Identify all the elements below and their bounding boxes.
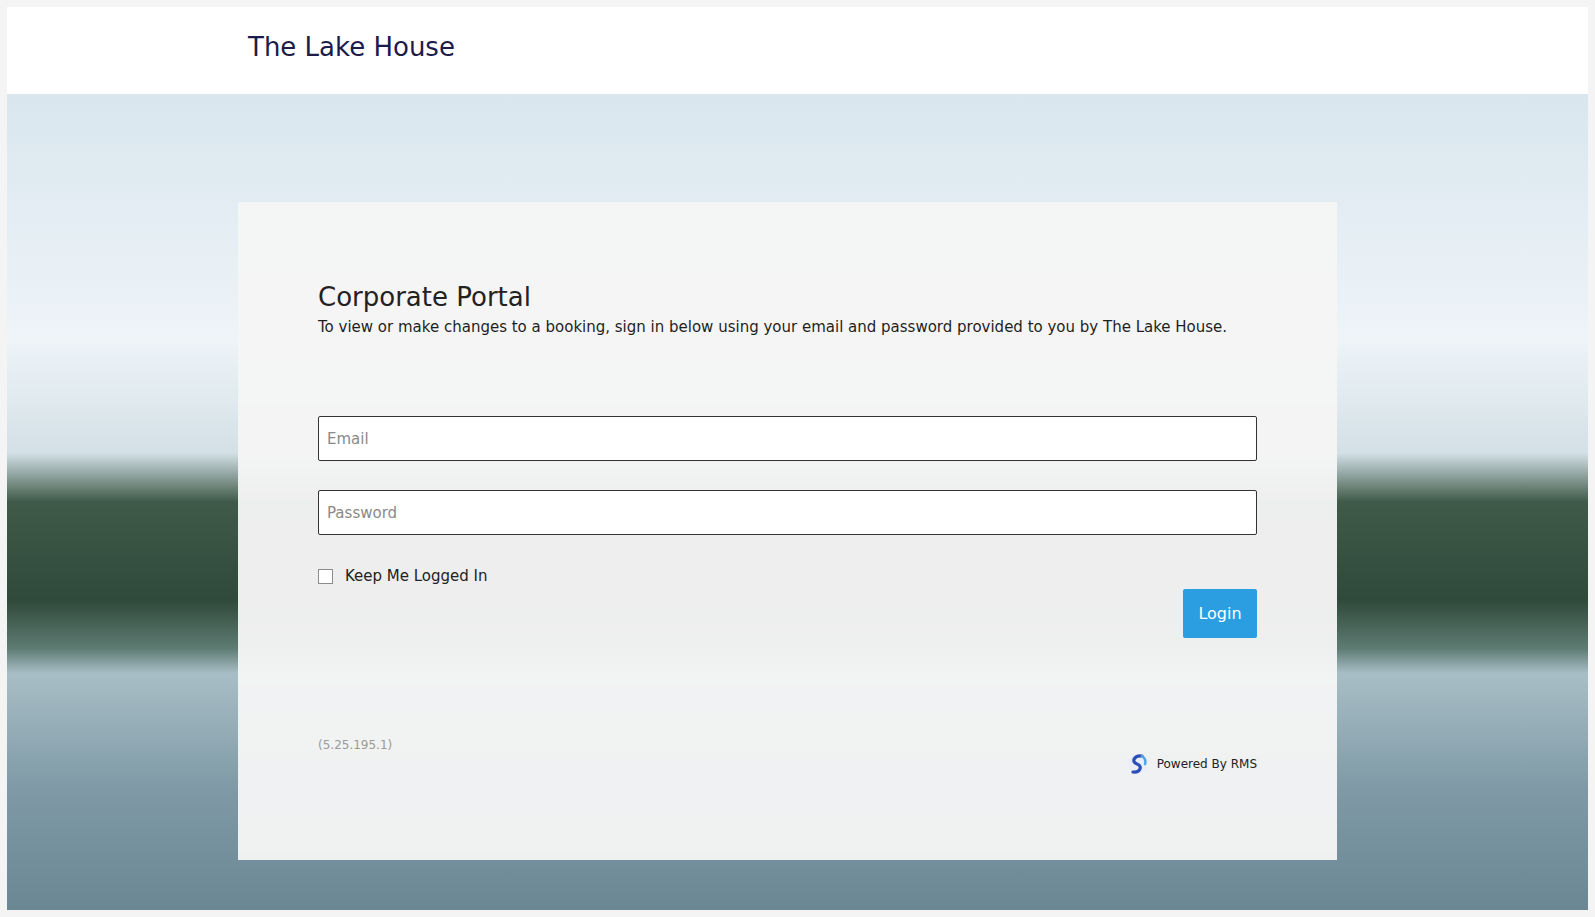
action-row: Keep Me Logged In Login [318, 567, 1257, 638]
site-title: The Lake House [248, 32, 455, 62]
rms-logo-icon [1127, 752, 1149, 776]
header: The Lake House [7, 7, 1588, 94]
login-card: Corporate Portal To view or make changes … [238, 202, 1337, 860]
checkbox-label: Keep Me Logged In [345, 567, 488, 585]
powered-by: Powered By RMS [1127, 752, 1257, 776]
checkbox-box[interactable] [318, 569, 333, 584]
login-button[interactable]: Login [1183, 589, 1257, 638]
keep-logged-in-checkbox[interactable]: Keep Me Logged In [318, 567, 488, 585]
password-input[interactable] [318, 490, 1257, 535]
login-fields [318, 416, 1257, 535]
email-input[interactable] [318, 416, 1257, 461]
card-footer: (5.25.195.1) Powered By RMS [318, 738, 1257, 776]
page: The Lake House Corporate Portal To view or… [0, 0, 1595, 917]
portal-subtitle: To view or make changes to a booking, si… [318, 317, 1257, 338]
version-text: (5.25.195.1) [318, 738, 392, 752]
portal-title: Corporate Portal [318, 282, 1257, 313]
lake-photo-background: Corporate Portal To view or make changes … [7, 94, 1588, 910]
powered-by-text: Powered By RMS [1157, 757, 1257, 771]
